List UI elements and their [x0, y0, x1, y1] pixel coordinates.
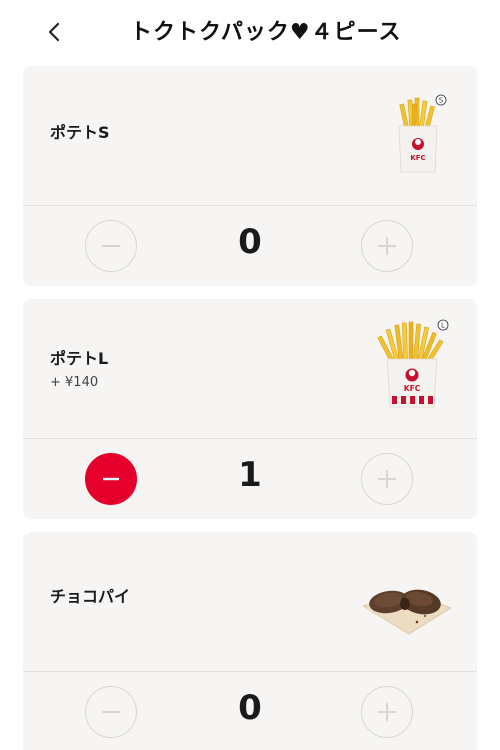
decrease-button[interactable] [85, 220, 137, 272]
item-card-chocolate-pie: チョコパイ 0 [23, 532, 477, 750]
item-name: ポテトS [50, 123, 110, 142]
quantity-value: 1 [238, 455, 262, 495]
plus-icon [378, 237, 396, 255]
svg-text:L: L [441, 322, 445, 330]
increase-button[interactable] [361, 686, 413, 738]
quantity-value: 0 [238, 688, 262, 728]
item-info: ポテトS KFC S [23, 66, 477, 205]
fries-small-image: KFC S [383, 90, 453, 180]
minus-icon [102, 245, 120, 247]
svg-text:S: S [439, 97, 444, 105]
chocolate-pie-image [359, 572, 453, 642]
item-card-potato-s: ポテトS KFC S 0 [23, 66, 477, 286]
quantity-stepper: 0 [23, 206, 477, 286]
minus-icon [103, 477, 119, 481]
minus-icon [102, 711, 120, 713]
plus-icon [378, 703, 396, 721]
plus-icon [378, 470, 396, 488]
item-info: ポテトL + ¥140 KFC L [23, 299, 477, 438]
increase-button[interactable] [361, 220, 413, 272]
increase-button[interactable] [361, 453, 413, 505]
page-title: トクトクパック♥４ピース [130, 20, 402, 45]
header: トクトクパック♥４ピース [0, 0, 500, 62]
item-card-potato-l: ポテトL + ¥140 KFC L 1 [23, 299, 477, 519]
item-name: チョコパイ [50, 587, 131, 606]
fries-large-image: KFC L [373, 317, 453, 413]
item-info: チョコパイ [23, 532, 477, 671]
decrease-button[interactable] [85, 686, 137, 738]
quantity-value: 0 [238, 222, 262, 262]
decrease-button[interactable] [85, 453, 137, 505]
back-button[interactable] [40, 18, 68, 46]
item-price: + ¥140 [50, 375, 99, 390]
quantity-stepper: 0 [23, 672, 477, 750]
item-name: ポテトL [50, 349, 109, 368]
svg-text:KFC: KFC [404, 384, 421, 393]
svg-text:KFC: KFC [410, 154, 425, 162]
chevron-left-icon [48, 22, 60, 42]
quantity-stepper: 1 [23, 439, 477, 519]
